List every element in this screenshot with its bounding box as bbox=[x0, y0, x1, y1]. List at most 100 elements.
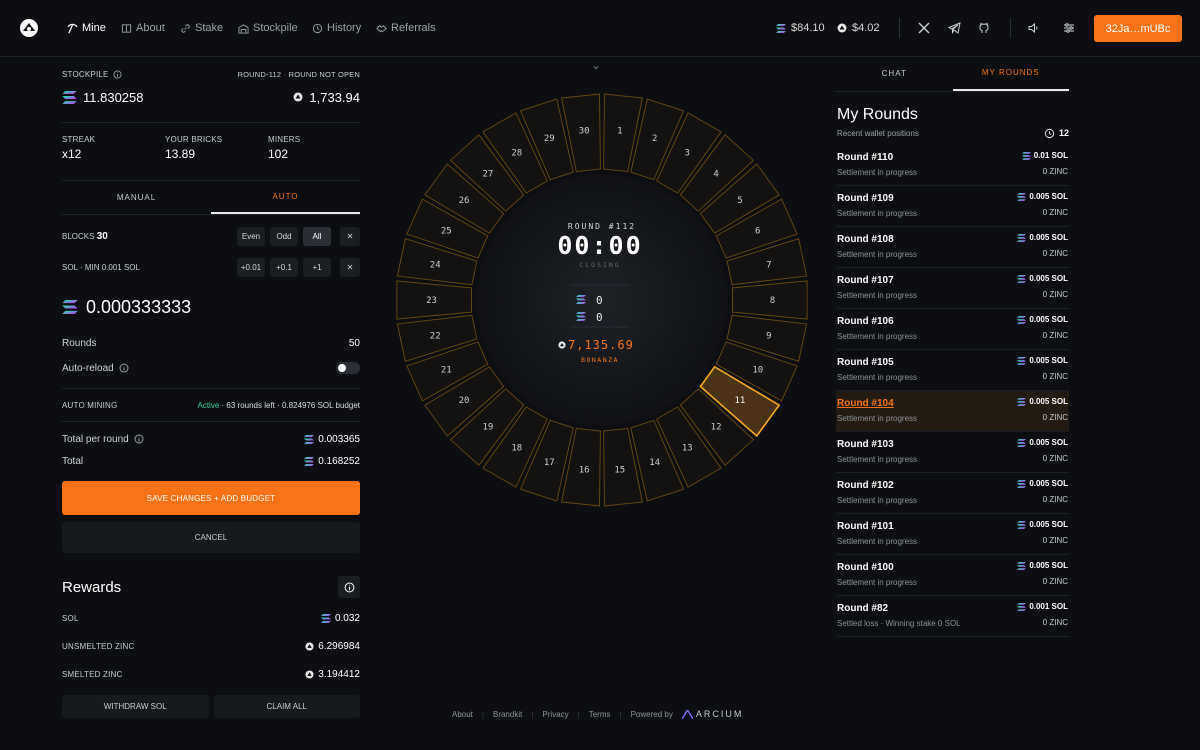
stat-label: MINERS bbox=[268, 135, 301, 144]
automining-row: AUTO MINING Active · 63 rounds left · 0.… bbox=[62, 399, 360, 411]
wallet-button[interactable]: 32Ja…mUBc bbox=[1094, 15, 1182, 42]
round-status: Settlement in progress bbox=[837, 291, 918, 300]
round-name[interactable]: Round #110 bbox=[837, 152, 893, 163]
chip-odd[interactable]: Odd bbox=[270, 226, 298, 246]
round-name[interactable]: Round #100 bbox=[837, 562, 894, 573]
round-name[interactable]: Round #108 bbox=[837, 234, 894, 245]
chip-add-0-01[interactable]: +0.01 bbox=[237, 257, 265, 277]
block-number: 14 bbox=[649, 458, 660, 468]
round-name[interactable]: Round #82 bbox=[837, 603, 888, 614]
round-sol-amount: 0.005 SOL bbox=[1017, 397, 1068, 406]
total-per-round-row: Total per round 0.003365 bbox=[62, 432, 360, 446]
cancel-button[interactable]: CANCEL bbox=[62, 522, 360, 553]
round-row[interactable]: Round #100 Settlement in progress 0.005 SO… bbox=[836, 555, 1069, 596]
sol-min: · MIN 0.001 SOL bbox=[79, 262, 140, 272]
blocks-label: BLOCKS bbox=[62, 231, 95, 241]
autoreload-toggle[interactable] bbox=[336, 362, 360, 374]
chip-add-0-1[interactable]: +0.1 bbox=[270, 257, 298, 277]
block-number: 21 bbox=[441, 365, 452, 375]
footer-link-brandkit[interactable]: Brandkit bbox=[493, 710, 522, 719]
x-twitter-icon[interactable] bbox=[916, 20, 932, 36]
round-row[interactable]: Round #106 Settlement in progress 0.005 SO… bbox=[836, 309, 1069, 350]
chip-add-1[interactable]: +1 bbox=[303, 257, 331, 277]
warehouse-icon bbox=[238, 23, 249, 34]
nav-history[interactable]: History bbox=[312, 22, 361, 34]
round-row[interactable]: Round #109 Settlement in progress 0.005 SO… bbox=[836, 186, 1069, 227]
block-number: 27 bbox=[482, 169, 493, 179]
round-name[interactable]: Round #106 bbox=[837, 316, 894, 327]
tab-auto[interactable]: AUTO bbox=[211, 181, 360, 214]
round-status: Settlement in progress bbox=[837, 414, 918, 423]
stats-row: STREAK x12 YOUR BRICKS 13.89 MINERS 102 bbox=[62, 135, 360, 165]
stockpile-value: 11.830258 bbox=[83, 89, 144, 105]
round-sol-amount: 0.005 SOL bbox=[1017, 233, 1068, 242]
round-name[interactable]: Round #105 bbox=[837, 357, 894, 368]
wheel-sol-amount-2: 0 bbox=[596, 311, 603, 324]
tab-manual[interactable]: MANUAL bbox=[62, 181, 211, 214]
nav-referrals[interactable]: Referrals bbox=[376, 22, 436, 34]
footer-link-about[interactable]: About bbox=[452, 710, 473, 719]
tab-my-rounds[interactable]: MY ROUNDS bbox=[952, 56, 1069, 91]
clear-sol-button[interactable]: ✕ bbox=[340, 257, 360, 277]
round-row[interactable]: Round #105 Settlement in progress 0.005 SO… bbox=[836, 350, 1069, 391]
solana-icon bbox=[1017, 275, 1026, 283]
chevron-down-icon[interactable]: ⌄ bbox=[591, 58, 601, 72]
nav-stake[interactable]: Stake bbox=[180, 22, 223, 34]
github-icon[interactable] bbox=[976, 20, 992, 36]
stat-streak: STREAK x12 bbox=[62, 135, 165, 165]
automining-label: AUTO MINING bbox=[62, 400, 118, 410]
footer-link-terms[interactable]: Terms bbox=[589, 710, 611, 719]
round-row[interactable]: Round #107 Settlement in progress 0.005 SO… bbox=[836, 268, 1069, 309]
amount-display[interactable]: 0.000333333 bbox=[62, 295, 360, 319]
sound-icon[interactable] bbox=[1026, 20, 1042, 36]
withdraw-sol-button[interactable]: WITHDRAW SOL bbox=[62, 695, 209, 718]
block-number: 11 bbox=[735, 396, 746, 406]
solana-icon bbox=[576, 295, 586, 304]
round-name[interactable]: Round #107 bbox=[837, 275, 894, 286]
round-name[interactable]: Round #102 bbox=[837, 480, 894, 491]
info-icon[interactable] bbox=[119, 363, 129, 373]
app-logo-icon[interactable] bbox=[19, 18, 39, 38]
chip-all[interactable]: All bbox=[303, 226, 331, 246]
round-name[interactable]: Round #103 bbox=[837, 439, 894, 450]
chip-even[interactable]: Even bbox=[237, 226, 265, 246]
settings-sliders-icon[interactable] bbox=[1061, 20, 1077, 36]
round-name[interactable]: Round #109 bbox=[837, 193, 894, 204]
save-changes-button[interactable]: SAVE CHANGES + ADD BUDGET bbox=[62, 481, 360, 515]
block-number: 30 bbox=[579, 126, 590, 136]
claim-all-button[interactable]: CLAIM ALL bbox=[213, 695, 360, 718]
stat-value: x12 bbox=[62, 147, 82, 161]
reward-label: SMELTED ZINC bbox=[62, 669, 123, 679]
info-icon[interactable] bbox=[113, 69, 122, 79]
solana-icon bbox=[1017, 357, 1026, 365]
block-number: 18 bbox=[511, 444, 522, 454]
nav-mine-label: Mine bbox=[82, 22, 106, 34]
round-row[interactable]: Round #108 Settlement in progress 0.005 SO… bbox=[836, 227, 1069, 268]
nav-about-label: About bbox=[136, 22, 165, 34]
clear-blocks-button[interactable]: ✕ bbox=[340, 226, 360, 246]
solana-icon bbox=[1017, 398, 1026, 406]
nav-stockpile[interactable]: Stockpile bbox=[238, 22, 298, 34]
round-row[interactable]: Round #104 Settlement in progress 0.005 SO… bbox=[836, 391, 1069, 432]
history-icon bbox=[1044, 128, 1055, 138]
tab-chat[interactable]: CHAT bbox=[836, 56, 953, 91]
info-icon[interactable] bbox=[134, 434, 144, 444]
round-row[interactable]: Round #82 Settled loss · Winning stake 0 … bbox=[836, 596, 1069, 637]
rewards-info-button[interactable] bbox=[338, 576, 360, 598]
arcium-logo[interactable]: ARCIUM bbox=[681, 709, 744, 719]
footer-link-privacy[interactable]: Privacy bbox=[542, 710, 568, 719]
round-name[interactable]: Round #104 bbox=[837, 398, 894, 409]
round-row[interactable]: Round #101 Settlement in progress 0.005 SO… bbox=[836, 514, 1069, 555]
nav-mine[interactable]: Mine bbox=[67, 22, 106, 34]
round-row[interactable]: Round #110 Settlement in progress 0.01 SOL… bbox=[836, 145, 1069, 186]
telegram-icon[interactable] bbox=[946, 20, 962, 36]
round-zinc-amount: 0 ZINC bbox=[1042, 536, 1068, 545]
solana-icon bbox=[1017, 439, 1026, 447]
round-zinc-amount: 0 ZINC bbox=[1042, 290, 1068, 299]
round-row[interactable]: Round #103 Settlement in progress 0.005 SO… bbox=[836, 432, 1069, 473]
nav-about[interactable]: About bbox=[121, 22, 165, 34]
automining-detail: · 63 rounds left · 0.824976 SOL budget bbox=[221, 400, 360, 410]
round-name[interactable]: Round #101 bbox=[837, 521, 894, 532]
rounds-value[interactable]: 50 bbox=[349, 338, 360, 349]
round-row[interactable]: Round #102 Settlement in progress 0.005 SO… bbox=[836, 473, 1069, 514]
